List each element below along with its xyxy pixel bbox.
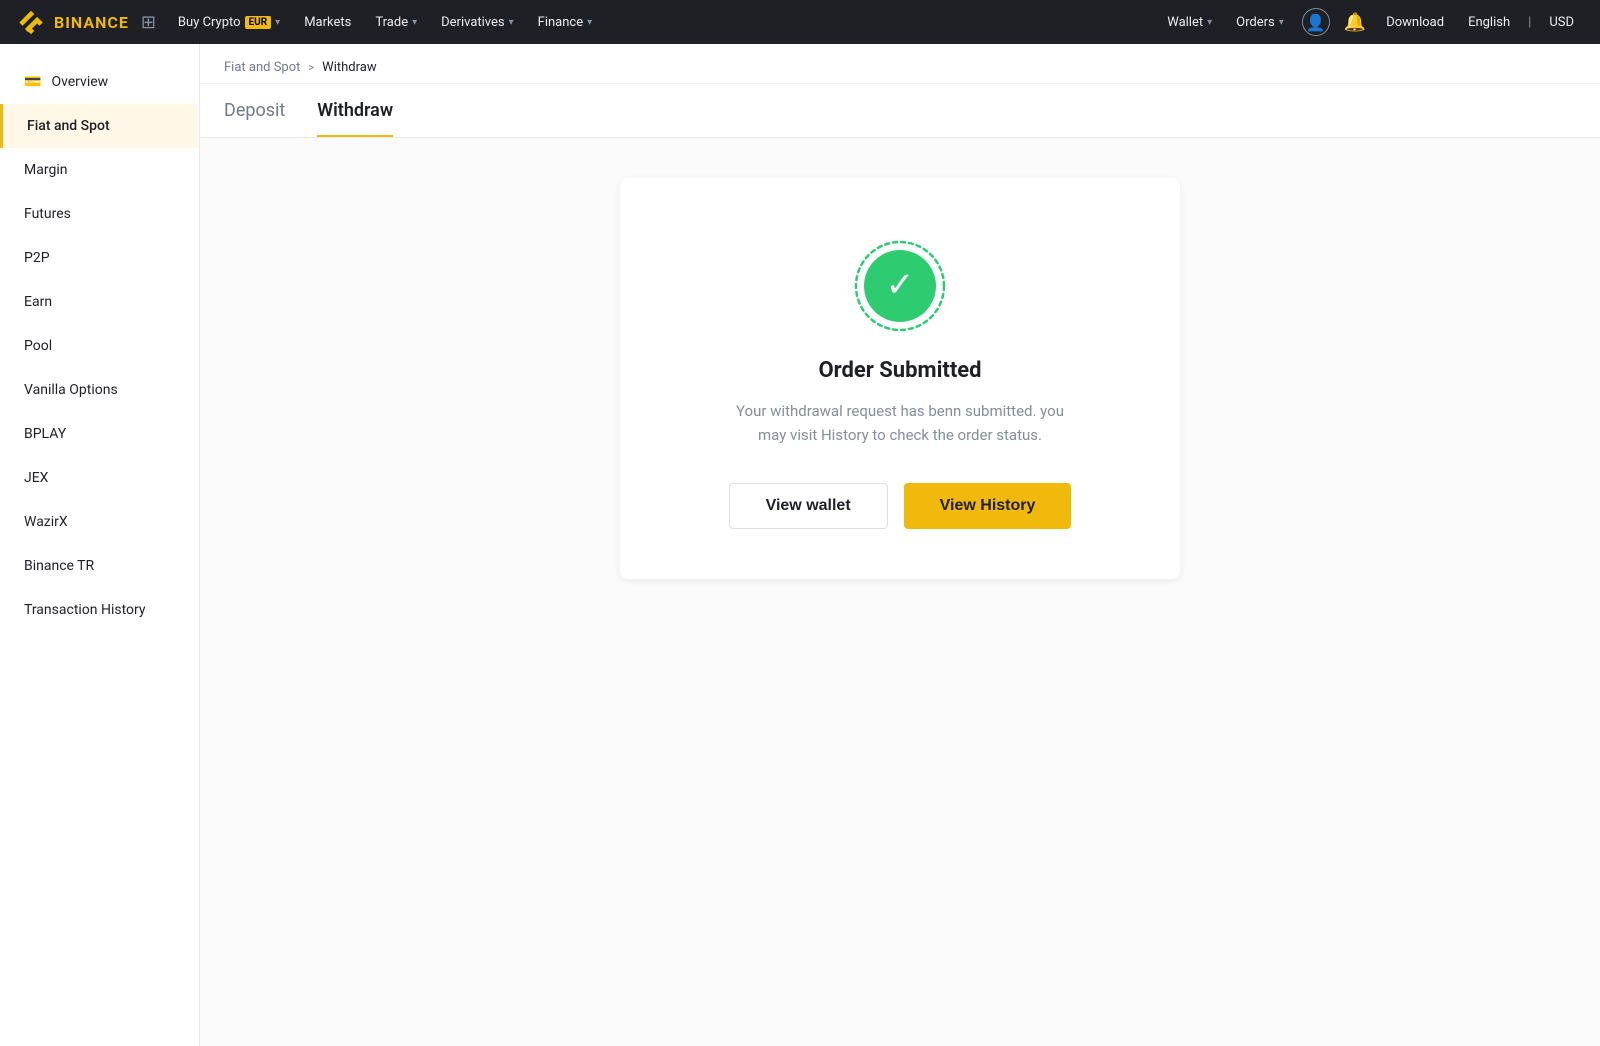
sidebar-item-vanilla-options[interactable]: Vanilla Options <box>0 368 199 412</box>
sidebar-item-futures[interactable]: Futures <box>0 192 199 236</box>
nav-derivatives[interactable]: Derivatives ▾ <box>431 0 524 44</box>
nav-finance[interactable]: Finance ▾ <box>528 0 603 44</box>
nav-currency[interactable]: USD <box>1539 0 1584 44</box>
sidebar-item-p2p[interactable]: P2P <box>0 236 199 280</box>
nav-divider: | <box>1524 15 1535 30</box>
overview-wallet-icon: 💳 <box>24 74 41 90</box>
main-content: Fiat and Spot > Withdraw Deposit Withdra… <box>200 44 1600 1046</box>
nav-orders[interactable]: Orders ▾ <box>1226 0 1294 44</box>
card-buttons: View wallet View History <box>729 483 1072 529</box>
sidebar-item-fiat-and-spot[interactable]: Fiat and Spot <box>0 104 199 148</box>
sidebar-item-overview[interactable]: 💳 Overview <box>0 60 199 104</box>
orders-arrow: ▾ <box>1279 17 1284 28</box>
nav-wallet[interactable]: Wallet ▾ <box>1157 0 1222 44</box>
view-wallet-button[interactable]: View wallet <box>729 483 888 529</box>
nav-right: Wallet ▾ Orders ▾ 👤 🔔 Download English |… <box>1157 0 1584 44</box>
breadcrumb: Fiat and Spot > Withdraw <box>200 44 1600 84</box>
wallet-arrow: ▾ <box>1207 17 1212 28</box>
breadcrumb-parent[interactable]: Fiat and Spot <box>224 60 300 75</box>
sidebar-item-wazirx[interactable]: WazirX <box>0 500 199 544</box>
sidebar-item-earn[interactable]: Earn <box>0 280 199 324</box>
content-body: ✓ Order Submitted Your withdrawal reques… <box>200 138 1600 619</box>
main-layout: 💳 Overview Fiat and Spot Margin Futures … <box>0 44 1600 1046</box>
brand-name: BINANCE <box>54 13 129 32</box>
finance-arrow: ▾ <box>587 17 592 28</box>
sidebar-item-bplay[interactable]: BPLAY <box>0 412 199 456</box>
sidebar-item-margin[interactable]: Margin <box>0 148 199 192</box>
order-submitted-title: Order Submitted <box>818 358 981 383</box>
sidebar-item-binance-tr[interactable]: Binance TR <box>0 544 199 588</box>
success-card: ✓ Order Submitted Your withdrawal reques… <box>620 178 1180 579</box>
view-history-button[interactable]: View History <box>904 483 1072 529</box>
tab-bar: Deposit Withdraw <box>200 84 1600 138</box>
tab-withdraw[interactable]: Withdraw <box>317 84 393 137</box>
sidebar-item-jex[interactable]: JEX <box>0 456 199 500</box>
sidebar-item-pool[interactable]: Pool <box>0 324 199 368</box>
bell-icon[interactable]: 🔔 <box>1338 12 1372 33</box>
sidebar: 💳 Overview Fiat and Spot Margin Futures … <box>0 44 200 1046</box>
derivatives-arrow: ▾ <box>509 17 514 28</box>
breadcrumb-separator: > <box>308 61 314 74</box>
nav-trade[interactable]: Trade ▾ <box>365 0 427 44</box>
nav-markets[interactable]: Markets <box>294 0 361 44</box>
checkmark-icon: ✓ <box>886 268 915 302</box>
success-icon-wrap: ✓ <box>852 238 948 334</box>
profile-icon[interactable]: 👤 <box>1302 8 1330 36</box>
top-navigation: BINANCE ⊞ Buy Crypto EUR ▾ Markets Trade… <box>0 0 1600 44</box>
nav-language[interactable]: English <box>1458 0 1520 44</box>
grid-icon[interactable]: ⊞ <box>141 12 156 33</box>
logo-area[interactable]: BINANCE <box>16 7 129 37</box>
nav-download[interactable]: Download <box>1376 0 1454 44</box>
order-description: Your withdrawal request has benn submitt… <box>730 399 1070 447</box>
buy-crypto-arrow: ▾ <box>275 17 280 28</box>
success-circle: ✓ <box>864 250 936 322</box>
sidebar-item-transaction-history[interactable]: Transaction History <box>0 588 199 632</box>
binance-logo-icon <box>16 7 46 37</box>
trade-arrow: ▾ <box>412 17 417 28</box>
tab-deposit[interactable]: Deposit <box>224 84 285 137</box>
nav-buy-crypto[interactable]: Buy Crypto EUR ▾ <box>168 0 290 44</box>
breadcrumb-current: Withdraw <box>322 60 376 75</box>
